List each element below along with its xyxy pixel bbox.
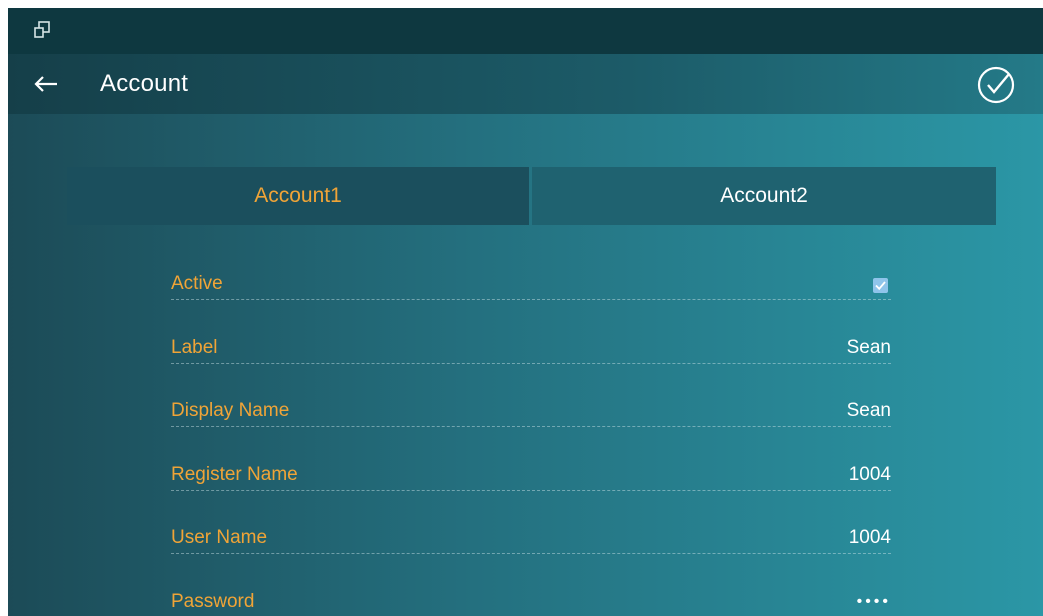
user-name-row[interactable]: User Name 1004 [171,509,891,573]
back-button[interactable] [30,68,62,100]
account-screen: Account Account1 Account2 Active Label S… [8,8,1043,616]
checkmark-icon [875,281,886,291]
label-field-value[interactable]: Sean [847,337,891,359]
arrow-left-icon [34,76,57,92]
user-name-label: User Name [171,527,268,548]
label-field-label: Label [171,336,218,358]
password-row[interactable]: Password •••• [171,573,891,616]
active-label: Active [171,273,223,294]
account-form: Active Label Sean Display Name Sean Regi… [171,255,891,616]
row-divider [171,362,891,364]
row-divider [171,553,891,554]
display-name-value[interactable]: Sean [847,400,891,422]
register-name-label: Register Name [171,463,298,485]
save-button[interactable] [975,64,1017,106]
tab-account1[interactable]: Account1 [67,167,529,225]
status-bar [8,8,1043,54]
window-restore-icon[interactable] [32,20,52,40]
row-divider [171,426,891,427]
active-row[interactable]: Active [171,255,891,319]
row-divider [171,489,891,491]
label-row[interactable]: Label Sean [171,319,891,383]
display-name-label: Display Name [171,400,290,421]
password-label: Password [171,590,255,612]
tab-account2[interactable]: Account2 [532,167,996,225]
register-name-row[interactable]: Register Name 1004 [171,446,891,510]
app-bar: Account [8,54,1043,114]
tab-label: Account2 [720,184,808,207]
account-tabs: Account1 Account2 [67,167,996,225]
row-divider [171,299,891,300]
password-value[interactable]: •••• [857,593,891,611]
display-name-row[interactable]: Display Name Sean [171,382,891,446]
user-name-value[interactable]: 1004 [849,527,891,549]
active-checkbox[interactable] [873,278,888,293]
register-name-value[interactable]: 1004 [849,464,891,486]
check-circle-icon [977,66,1015,104]
page-title: Account [100,70,189,97]
tab-label: Account1 [254,184,342,207]
